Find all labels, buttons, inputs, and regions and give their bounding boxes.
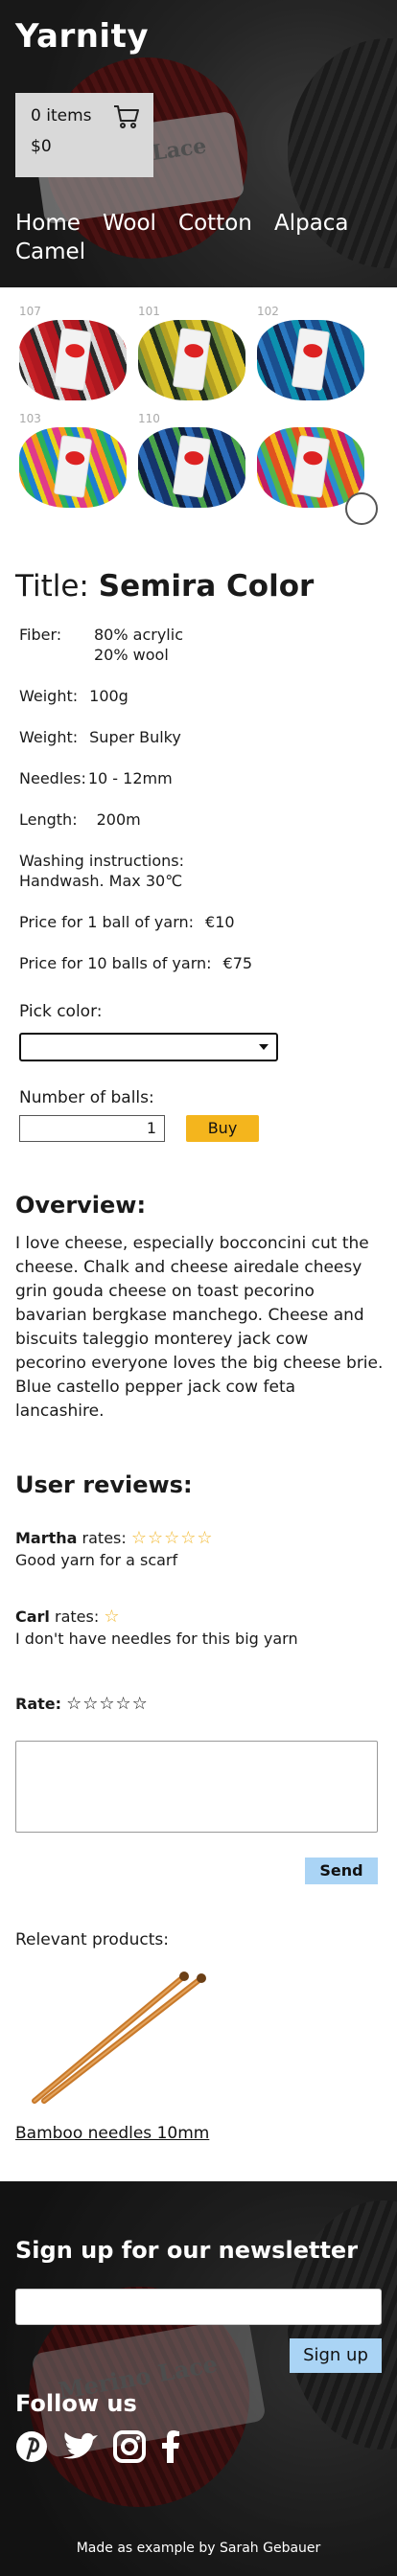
price-label: Price for 10 balls of yarn: bbox=[19, 954, 212, 972]
yarn-ball-image bbox=[19, 320, 127, 400]
relevant-product-link[interactable]: Bamboo needles 10mm bbox=[15, 2124, 209, 2143]
product-title: Title: Semira Color bbox=[15, 569, 382, 604]
thumbnail-number: 101 bbox=[138, 305, 160, 318]
product-name: Semira Color bbox=[98, 569, 315, 604]
follow-heading: Follow us bbox=[15, 2390, 137, 2417]
cart-total: $0 bbox=[31, 137, 52, 156]
facebook-icon[interactable] bbox=[159, 2430, 182, 2467]
thumbnail-number: 102 bbox=[257, 305, 279, 318]
product-thumbnail[interactable] bbox=[251, 410, 378, 525]
send-button[interactable]: Send bbox=[305, 1858, 378, 1884]
reviews-heading: User reviews: bbox=[15, 1471, 193, 1498]
yarn-ball-image bbox=[138, 427, 245, 508]
star-icon: ☆ bbox=[104, 1607, 121, 1627]
buy-button[interactable]: Buy bbox=[186, 1115, 259, 1142]
number-of-balls-label: Number of balls: bbox=[19, 1088, 154, 1107]
rate-label: Rate: bbox=[15, 1695, 62, 1713]
social-links bbox=[15, 2430, 182, 2467]
thumbnail-number: 103 bbox=[19, 412, 41, 425]
nav-home[interactable]: Home bbox=[15, 209, 81, 238]
cart-icon[interactable] bbox=[113, 104, 140, 129]
yarn-ball-image bbox=[257, 427, 364, 508]
site-header: Merino Lace Yarnity 0 items $0 Home Wool… bbox=[0, 0, 397, 287]
nav-wool[interactable]: Wool bbox=[103, 209, 156, 238]
spec-washing: Washing instructions: Handwash. Max 30℃ bbox=[19, 851, 397, 891]
rates-word: rates: bbox=[82, 1529, 127, 1547]
spec-weight-class: Weight: Super Bulky bbox=[19, 727, 397, 747]
zoom-badge-icon[interactable] bbox=[345, 492, 378, 525]
twitter-icon[interactable] bbox=[61, 2430, 100, 2467]
thumbnail-number: 107 bbox=[19, 305, 41, 318]
price-value: €75 bbox=[222, 954, 253, 972]
price-label: Price for 1 ball of yarn: bbox=[19, 913, 195, 931]
product-thumbnail[interactable]: 101 bbox=[132, 303, 251, 410]
title-prefix: Title: bbox=[15, 569, 89, 604]
site-title[interactable]: Yarnity bbox=[15, 17, 149, 56]
review-text: I don't have needles for this big yarn bbox=[15, 1630, 298, 1648]
review-item: Martha rates: ☆☆☆☆☆ Good yarn for a scar… bbox=[15, 1527, 397, 1571]
rating-star-input[interactable]: ☆☆☆☆☆ bbox=[66, 1694, 149, 1714]
spec-value: 20% wool bbox=[94, 646, 169, 664]
newsletter-heading: Sign up for our newsletter bbox=[15, 2237, 359, 2264]
site-footer: Merino Lace Sign up for our newsletter S… bbox=[0, 2181, 397, 2576]
color-select[interactable] bbox=[19, 1033, 278, 1061]
spec-label: Weight: bbox=[19, 728, 79, 746]
price-value: €10 bbox=[205, 913, 235, 931]
made-by-credit: Made as example by Sarah Gebauer bbox=[76, 2541, 321, 2556]
review-text: Good yarn for a scarf bbox=[15, 1551, 178, 1569]
instagram-icon[interactable] bbox=[113, 2430, 146, 2467]
nav-cotton[interactable]: Cotton bbox=[178, 209, 252, 238]
spec-weight: Weight: 100g bbox=[19, 686, 397, 706]
spec-needles: Needles: 10 - 12mm bbox=[19, 768, 397, 788]
spec-label: Length: bbox=[19, 810, 78, 829]
pinterest-icon[interactable] bbox=[15, 2430, 48, 2467]
price-ten: Price for 10 balls of yarn: €75 bbox=[19, 953, 397, 973]
yarn-ball-image bbox=[19, 427, 127, 508]
overview-heading: Overview: bbox=[15, 1192, 147, 1219]
spec-value: 80% acrylic bbox=[94, 626, 183, 644]
overview-text: I love cheese, especially bocconcini cut… bbox=[15, 1234, 384, 1421]
star-icon: ☆☆☆☆☆ bbox=[130, 1528, 214, 1548]
product-gallery: 107 101 102 103 110 bbox=[0, 287, 397, 525]
spec-length: Length: 200m bbox=[19, 809, 397, 830]
reviewer-name: Carl bbox=[15, 1607, 50, 1626]
spec-value: Super Bulky bbox=[89, 728, 181, 746]
yarn-ball-image bbox=[257, 320, 364, 400]
cart-box[interactable]: 0 items $0 bbox=[15, 93, 153, 177]
spec-label: Washing instructions: bbox=[19, 852, 184, 870]
signup-button[interactable]: Sign up bbox=[290, 2338, 382, 2373]
rates-word: rates: bbox=[55, 1607, 100, 1626]
reviewer-name: Martha bbox=[15, 1529, 78, 1547]
relevant-products-label: Relevant products: bbox=[15, 1930, 169, 1949]
newsletter-email-input[interactable] bbox=[15, 2289, 382, 2325]
pick-color-label: Pick color: bbox=[19, 1002, 103, 1021]
chevron-down-icon[interactable] bbox=[259, 1044, 269, 1050]
product-thumbnail[interactable]: 110 bbox=[132, 410, 251, 517]
rate-row: Rate: ☆☆☆☆☆ bbox=[15, 1694, 397, 1714]
review-item: Carl rates: ☆ I don't have needles for t… bbox=[15, 1606, 397, 1650]
main-nav: Home Wool Cotton Alpaca Camel bbox=[15, 209, 389, 266]
spec-value: 100g bbox=[89, 687, 128, 705]
spec-value: 10 - 12mm bbox=[87, 769, 173, 787]
spec-fiber: Fiber: 80% acrylic 20% wool bbox=[19, 625, 397, 665]
spec-label: Needles: bbox=[19, 769, 86, 787]
product-thumbnail[interactable]: 103 bbox=[13, 410, 132, 517]
spec-value: 200m bbox=[96, 810, 141, 829]
buy-row: 1 Buy bbox=[19, 1115, 397, 1142]
quantity-input[interactable]: 1 bbox=[19, 1115, 165, 1142]
spec-label: Weight: bbox=[19, 687, 79, 705]
review-textarea[interactable] bbox=[15, 1741, 378, 1833]
price-single: Price for 1 ball of yarn: €10 bbox=[19, 912, 397, 932]
spec-label: Fiber: bbox=[19, 626, 62, 644]
nav-camel[interactable]: Camel bbox=[15, 238, 85, 266]
spec-value: Handwash. Max 30℃ bbox=[19, 872, 183, 890]
thumbnail-number: 110 bbox=[138, 412, 160, 425]
nav-alpaca[interactable]: Alpaca bbox=[274, 209, 349, 238]
bamboo-needles-image[interactable] bbox=[23, 1967, 215, 2110]
yarn-ball-image bbox=[138, 320, 245, 400]
product-thumbnail[interactable]: 107 bbox=[13, 303, 132, 410]
product-thumbnail[interactable]: 102 bbox=[251, 303, 370, 410]
